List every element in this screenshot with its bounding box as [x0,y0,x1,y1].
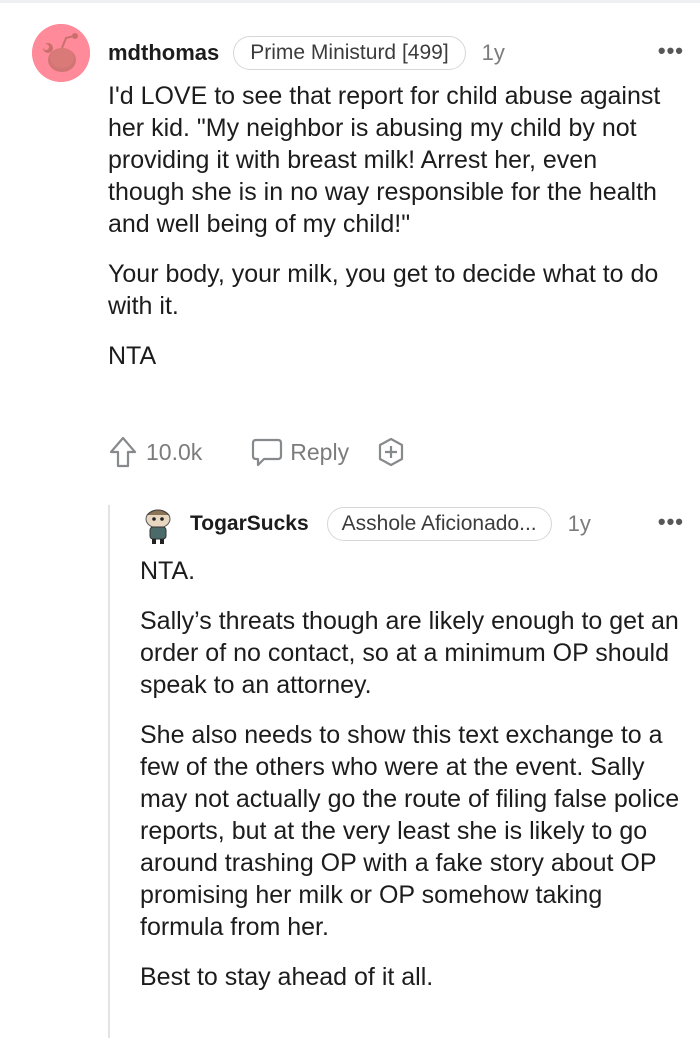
reply-label: Reply [290,438,350,465]
award-plus-icon [378,437,404,467]
reply-paragraph: Best to stay ahead of it all. [140,963,434,991]
reply-paragraph: She also needs to show this text exchang… [140,721,680,941]
comment-action-bar: 10.0k Reply [108,433,407,471]
vote-count: 10.0k [146,438,203,465]
reply-button[interactable]: Reply [250,436,349,468]
top-divider [0,0,700,3]
more-options-icon[interactable]: ••• [658,38,684,64]
upvote-arrow-icon [109,436,137,468]
award-button[interactable] [375,436,407,468]
reply-paragraph: Sally’s threats though are likely enough… [140,607,679,699]
comment-paragraph: Your body, your milk, you get to decide … [108,260,659,320]
speech-bubble-icon [252,438,283,467]
reply-body: NTA. Sally’s threats though are likely e… [140,555,680,1011]
reply-age: 1y [567,511,591,536]
user-avatar[interactable] [32,24,90,82]
reply-header: TogarSucks Asshole Aficionado... 1y ••• [190,507,684,541]
comment-paragraph: NTA [108,342,157,370]
username-link[interactable]: mdthomas [108,40,219,66]
comment-age: 1y [481,40,505,65]
reply-username-link[interactable]: TogarSucks [190,512,309,536]
comment-header: mdthomas Prime Ministurd [499] 1y ••• [108,36,684,70]
reply-paragraph: NTA. [140,557,196,585]
reply-user-flair: Asshole Aficionado... [326,507,552,541]
user-flair: Prime Ministurd [499] [233,36,466,70]
comment-paragraph: I'd LOVE to see that report for child ab… [108,82,661,238]
reply-more-options-icon[interactable]: ••• [658,509,684,535]
upvote-button[interactable] [108,435,138,469]
snoo-avatar-icon [32,24,90,82]
thread-line[interactable] [108,505,110,1038]
reply-avatar[interactable] [141,505,175,545]
comment-body: I'd LOVE to see that report for child ab… [108,80,678,390]
snoo-character-icon [145,509,171,544]
